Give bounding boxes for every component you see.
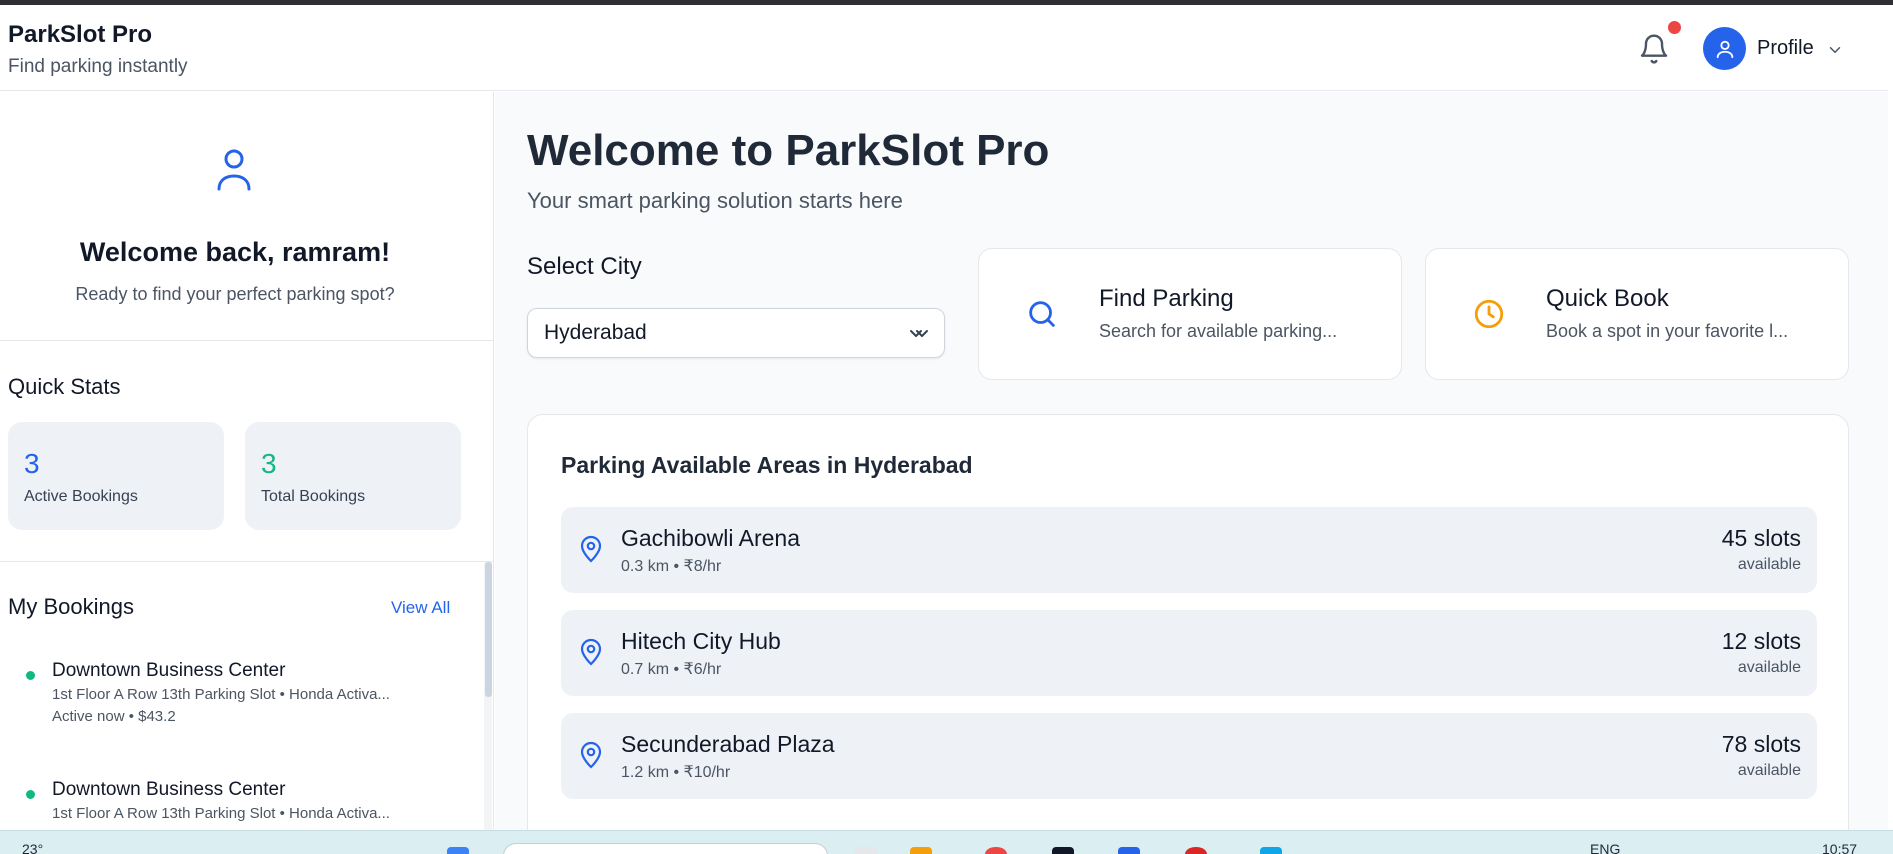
my-bookings-title: My Bookings [8, 594, 134, 619]
booking-item[interactable]: Downtown Business Center 1st Floor A Row… [0, 779, 480, 830]
action-subtitle: Search for available parking... [1099, 321, 1338, 341]
os-taskbar: 23° ENG 10:57 [0, 830, 1893, 854]
welcome-prompt: Ready to find your perfect parking spot? [75, 284, 395, 304]
area-slots: 45 slots [1721, 525, 1801, 551]
welcome-heading: Welcome back, ramram! [79, 237, 391, 267]
status-dot [26, 790, 35, 799]
vscode-icon[interactable] [1260, 847, 1282, 854]
clock-time[interactable]: 10:57 [1822, 841, 1857, 854]
quick-book-card[interactable]: Quick Book Book a spot in your favorite … [1425, 248, 1849, 380]
map-pin-icon [580, 535, 602, 563]
page-subtitle: Your smart parking solution starts here [527, 188, 903, 213]
profile-menu-label[interactable]: Profile [1757, 37, 1814, 60]
area-meta: 1.2 km • ₹10/hr [621, 764, 731, 781]
area-name: Gachibowli Arena [621, 525, 800, 551]
terminal-icon[interactable] [1052, 847, 1074, 854]
area-name: Secunderabad Plaza [621, 731, 835, 757]
parking-area-row[interactable]: Gachibowli Arena 0.3 km • ₹8/hr 45 slots… [561, 507, 1817, 593]
booking-name: Downtown Business Center [52, 779, 286, 800]
browser-icon[interactable] [985, 847, 1007, 854]
bell-icon[interactable] [1638, 33, 1670, 65]
booking-detail: 1st Floor A Row 13th Parking Slot • Hond… [52, 686, 390, 703]
quick-stats-title: Quick Stats [8, 374, 121, 399]
stat-card-total-bookings[interactable]: 3 Total Bookings [245, 422, 461, 530]
booking-name: Downtown Business Center [52, 660, 286, 681]
user-icon [1716, 40, 1733, 58]
parking-area-row[interactable]: Secunderabad Plaza 1.2 km • ₹10/hr 78 sl… [561, 713, 1817, 799]
view-all-link[interactable]: View All [391, 598, 450, 618]
area-meta: 0.3 km • ₹8/hr [621, 558, 722, 575]
map-pin-icon [580, 638, 602, 666]
double-chevron-down-icon [910, 330, 928, 337]
area-name: Hitech City Hub [621, 628, 781, 654]
action-title: Quick Book [1546, 285, 1669, 312]
brand-title[interactable]: ParkSlot Pro [8, 21, 152, 49]
select-city-label: Select City [527, 253, 642, 280]
city-select[interactable]: Hyderabad [527, 308, 945, 358]
area-meta: 0.7 km • ₹6/hr [621, 661, 722, 678]
stat-value: 3 [261, 448, 277, 479]
parking-area-row[interactable]: Hitech City Hub 0.7 km • ₹6/hr 12 slots … [561, 610, 1817, 696]
area-slots: 12 slots [1721, 628, 1801, 654]
brand-subtitle: Find parking instantly [8, 56, 188, 77]
action-subtitle: Book a spot in your favorite l... [1546, 321, 1789, 341]
avatar[interactable] [1703, 27, 1746, 70]
find-parking-card[interactable]: Find Parking Search for available parkin… [978, 248, 1402, 380]
search-icon [1029, 301, 1055, 327]
city-select-value: Hyderabad [544, 321, 647, 344]
divider [0, 561, 493, 562]
area-available-label: available [1737, 556, 1801, 573]
weather-temperature[interactable]: 23° [22, 841, 43, 854]
notification-badge [1668, 21, 1681, 34]
clock-icon [1474, 299, 1504, 329]
stat-value: 3 [24, 448, 40, 479]
chevron-down-icon[interactable] [1826, 41, 1844, 59]
parking-areas-panel: Parking Available Areas in Hyderabad Gac… [527, 414, 1849, 830]
area-slots: 78 slots [1721, 731, 1801, 757]
taskbar-search[interactable] [503, 843, 828, 854]
folder-icon[interactable] [910, 847, 932, 854]
booking-status: Active now • $43.2 [52, 708, 176, 725]
stat-label: Total Bookings [261, 488, 366, 505]
main-content: Welcome to ParkSlot Pro Your smart parki… [495, 92, 1888, 830]
user-icon [217, 149, 251, 191]
windows-start-icon[interactable] [447, 847, 469, 854]
divider [0, 340, 493, 341]
language-indicator[interactable]: ENG [1590, 841, 1620, 854]
area-available-label: available [1737, 659, 1801, 676]
booking-item[interactable]: Downtown Business Center 1st Floor A Row… [0, 660, 480, 770]
areas-title: Parking Available Areas in Hyderabad [561, 452, 973, 478]
stat-label: Active Bookings [24, 488, 138, 505]
app-grid-icon[interactable] [1118, 847, 1140, 854]
status-dot [26, 671, 35, 680]
sidebar: Welcome back, ramram! Ready to find your… [0, 92, 494, 830]
area-available-label: available [1737, 762, 1801, 779]
app-header: ParkSlot Pro Find parking instantly Prof… [0, 5, 1888, 91]
stat-card-active-bookings[interactable]: 3 Active Bookings [8, 422, 224, 530]
map-pin-icon [580, 741, 602, 769]
chrome-icon[interactable] [1185, 847, 1207, 854]
booking-detail: 1st Floor A Row 13th Parking Slot • Hond… [52, 805, 390, 822]
page-title: Welcome to ParkSlot Pro [527, 126, 1050, 175]
action-title: Find Parking [1099, 285, 1234, 312]
file-icon[interactable] [855, 847, 877, 854]
bookings-scrollbar-thumb[interactable] [485, 562, 492, 697]
